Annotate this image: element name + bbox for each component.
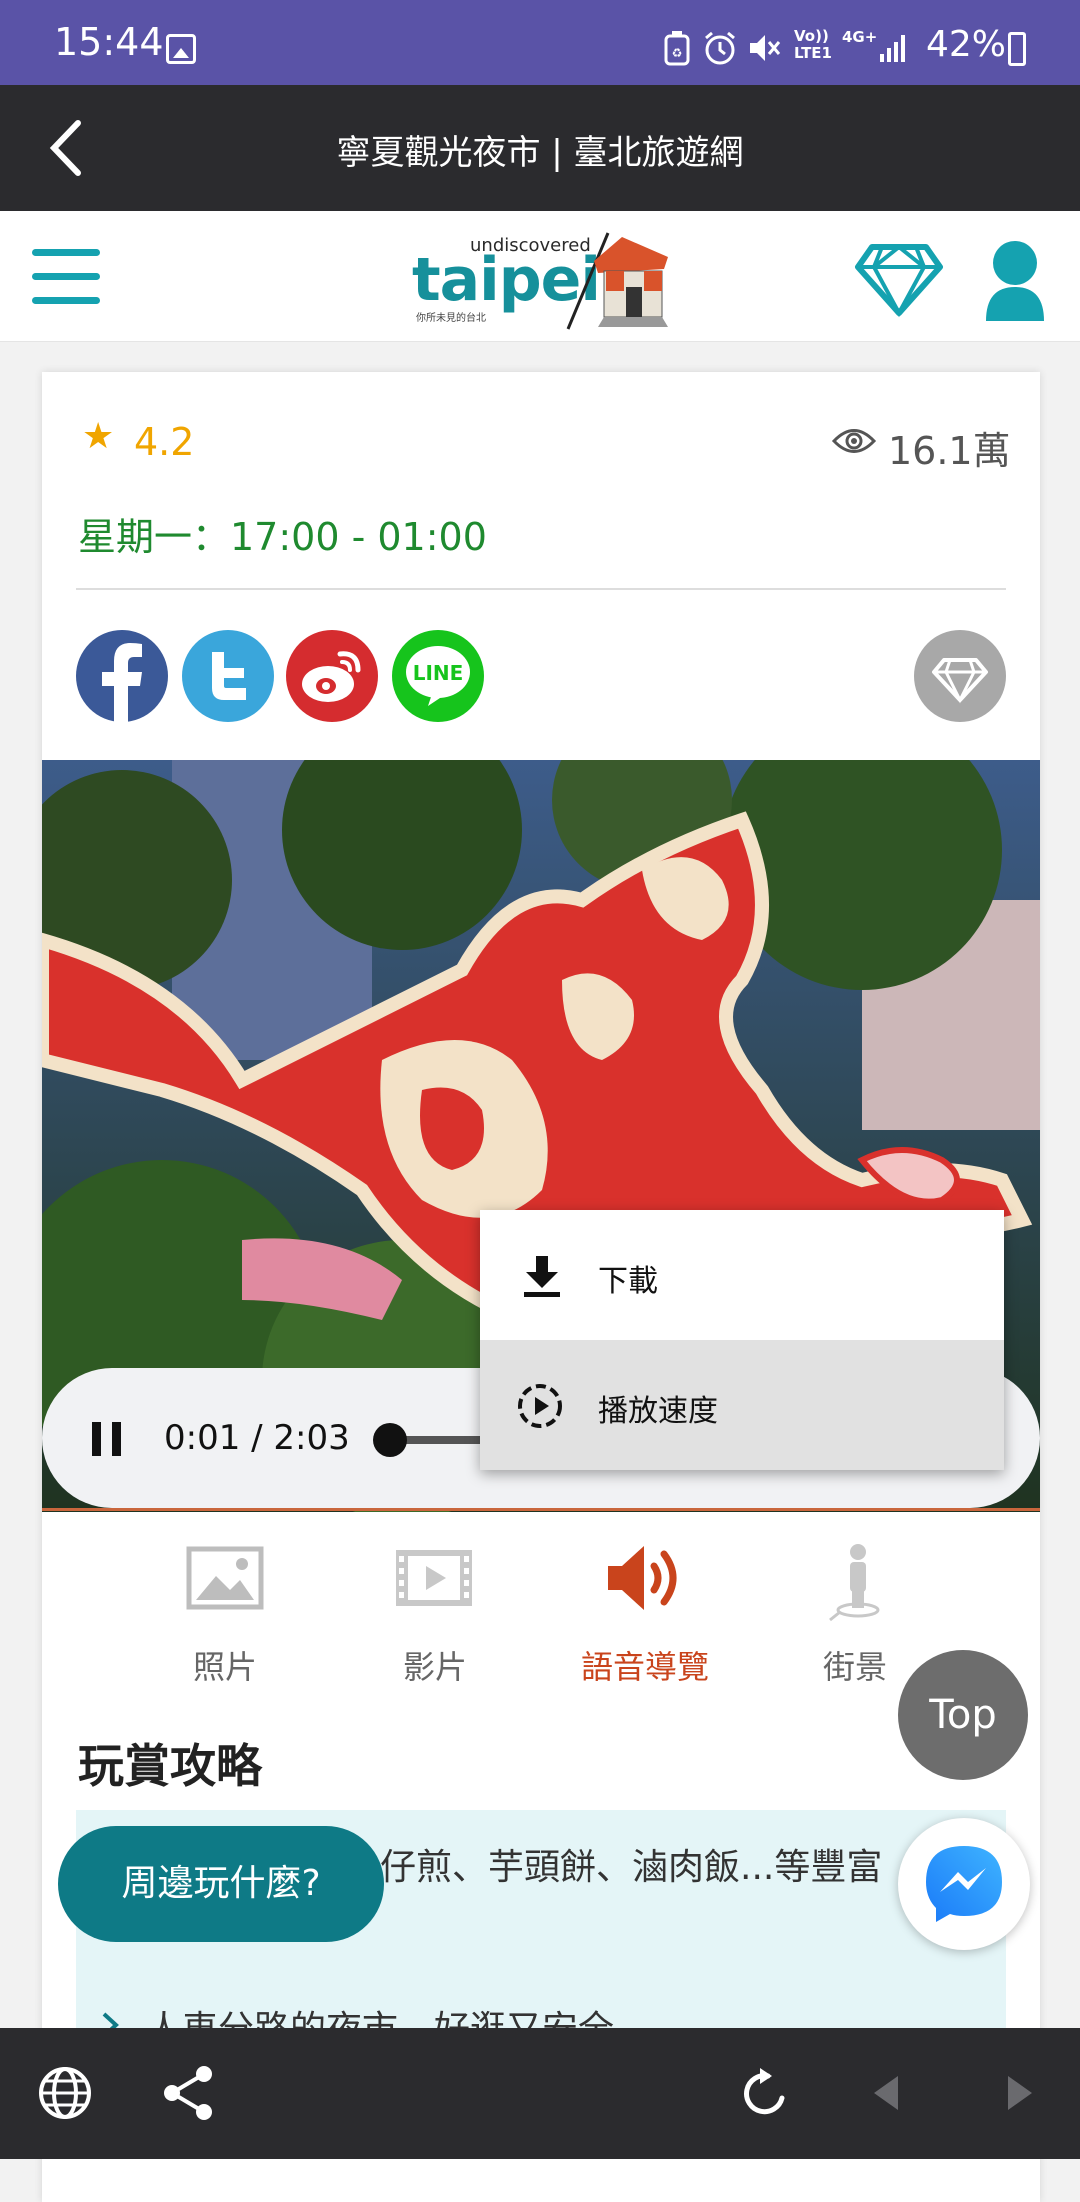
volte-indicator: Vo)) LTE1 [794, 27, 832, 62]
menu-button[interactable] [32, 249, 102, 307]
weibo-share-button[interactable] [286, 630, 378, 722]
audio-options-menu: 下載 播放速度 [480, 1210, 1004, 1470]
site-logo[interactable]: undiscovered taipei 你所未見的台北 [412, 223, 672, 333]
diamond-icon[interactable] [854, 239, 944, 319]
line-icon: LINE [406, 646, 470, 706]
alarm-icon [705, 31, 735, 65]
globe-icon[interactable] [30, 2058, 100, 2128]
menu-item-download[interactable]: 下載 [480, 1210, 1004, 1340]
photo-underline [42, 1508, 1040, 1511]
tab-label-videos: 影片 [402, 1648, 467, 1686]
video-icon [396, 1550, 472, 1606]
eye-icon [832, 429, 876, 453]
browser-bottom-bar [0, 2028, 1080, 2159]
rating-value: 4.2 [134, 420, 195, 464]
nearby-button[interactable]: 周邊玩什麼? [58, 1826, 384, 1942]
guide-text-line: 仔煎、芋頭餅、滷肉飯...等豐富 [380, 1847, 883, 1888]
diamond-icon [932, 658, 988, 704]
scroll-top-button[interactable]: Top [898, 1650, 1028, 1780]
menu-label-download: 下載 [598, 1264, 658, 1299]
tab-videos[interactable]: 影片 [360, 1540, 510, 1686]
tab-audio-guide[interactable]: 語音導覽 [570, 1540, 720, 1686]
share-icon[interactable] [154, 2058, 224, 2128]
app-header: 寧夏觀光夜市 | 臺北旅遊網 [0, 85, 1080, 211]
tab-streetview[interactable]: 街景 [780, 1540, 930, 1686]
mute-icon [750, 35, 781, 61]
forward-nav-icon[interactable] [984, 2058, 1054, 2128]
battery-percent: 42% [926, 24, 1007, 65]
logo-gate-icon [566, 232, 668, 330]
image-notification-icon [166, 34, 196, 64]
opening-hours: 星期一：17:00 - 01:00 [78, 515, 487, 559]
line-share-button[interactable]: LINE [392, 630, 484, 722]
page-title: 寧夏觀光夜市 | 臺北旅遊網 [336, 133, 744, 173]
line-label: LINE [413, 661, 464, 685]
tab-photos[interactable]: 照片 [150, 1540, 300, 1686]
audio-progress-thumb[interactable] [372, 1423, 407, 1457]
views-count: 16.1萬 [888, 429, 1011, 473]
audio-time: 0:01 / 2:03 [164, 1418, 350, 1458]
status-time: 15:44 [54, 20, 164, 64]
twitter-icon [212, 652, 246, 700]
battery-icon [1008, 32, 1026, 66]
network-type: 4G+ [842, 28, 878, 46]
svg-text:♻: ♻ [672, 46, 683, 60]
playback-speed-icon [518, 1384, 562, 1428]
messenger-button[interactable] [898, 1818, 1030, 1950]
weibo-icon [302, 651, 361, 702]
pause-button[interactable] [92, 1422, 126, 1456]
back-nav-icon[interactable] [852, 2058, 922, 2128]
site-nav: undiscovered taipei 你所未見的台北 [0, 211, 1080, 342]
logo-text-sub: 你所未見的台北 [416, 313, 486, 324]
menu-item-playback-speed[interactable]: 播放速度 [480, 1340, 1004, 1470]
tab-label-photos: 照片 [192, 1648, 257, 1686]
photo-icon [186, 1546, 264, 1610]
status-bar: 15:44 ♻ Vo)) LTE1 4G+ 42% [0, 0, 1080, 85]
tab-label-audio-guide: 語音導覽 [580, 1648, 709, 1686]
signal-icon [880, 35, 905, 62]
twitter-share-button[interactable] [182, 630, 274, 722]
menu-label-playback-speed: 播放速度 [598, 1394, 718, 1429]
download-icon [524, 1256, 560, 1297]
reload-icon[interactable] [730, 2058, 800, 2128]
user-icon[interactable] [982, 237, 1048, 321]
facebook-icon [102, 643, 142, 722]
star-icon: ★ [82, 416, 115, 457]
speaker-icon [608, 1546, 677, 1610]
divider [76, 588, 1006, 590]
messenger-icon [926, 1846, 1002, 1922]
battery-saver-icon: ♻ [664, 31, 690, 66]
favorite-button[interactable] [914, 630, 1006, 722]
guide-heading: 玩賞攻略 [78, 1739, 262, 1793]
facebook-share-button[interactable] [76, 630, 168, 722]
streetview-person-icon [829, 1544, 880, 1622]
